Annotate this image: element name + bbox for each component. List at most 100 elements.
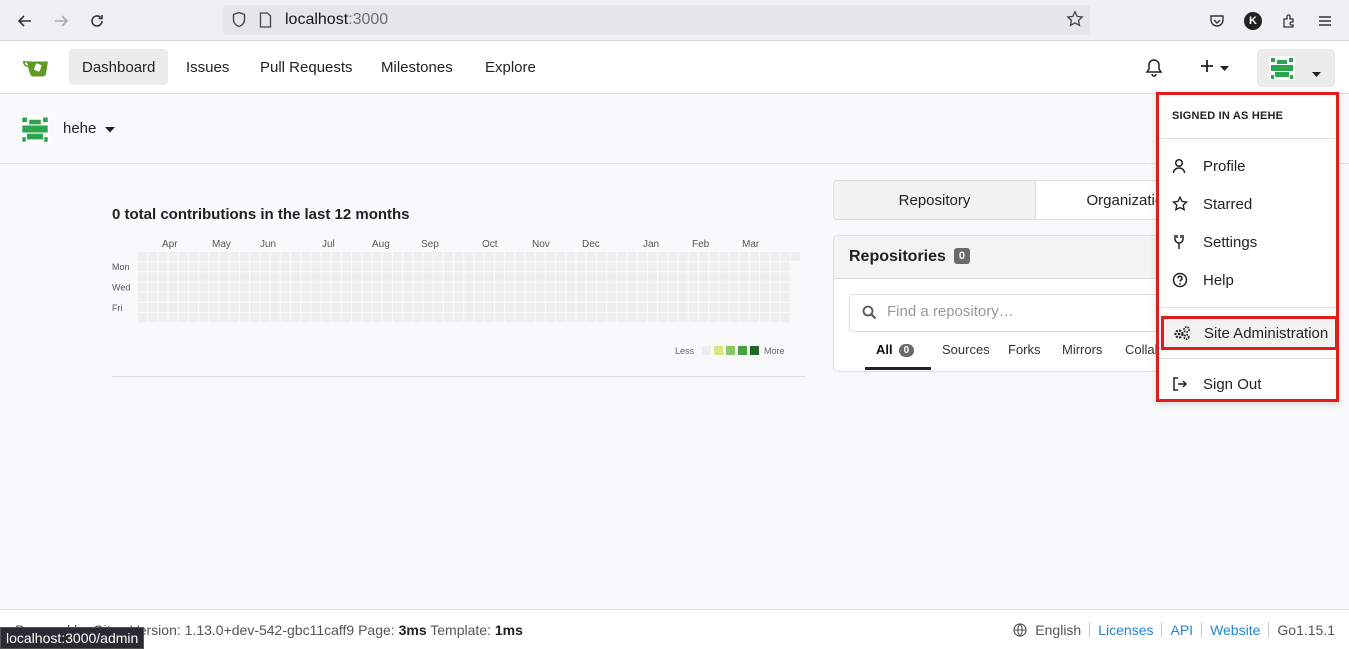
create-new-button[interactable] xyxy=(1200,56,1229,80)
heatmap-cell xyxy=(597,262,606,272)
active-filter-indicator xyxy=(865,367,931,370)
heatmap-day-label: Fri xyxy=(112,303,123,313)
nav-issues[interactable]: Issues xyxy=(173,49,242,85)
heatmap-cell xyxy=(699,282,708,292)
hamburger-menu-icon[interactable] xyxy=(1312,8,1338,34)
heatmap-cell xyxy=(464,313,474,323)
nav-explore[interactable]: Explore xyxy=(472,49,549,85)
heatmap-cell xyxy=(566,292,576,302)
heatmap-cell xyxy=(270,262,280,272)
filter-forks[interactable]: Forks xyxy=(1008,342,1041,357)
heatmap-cell xyxy=(413,303,423,312)
heatmap-cell xyxy=(495,252,504,261)
heatmap-cell xyxy=(301,252,311,261)
heatmap-cell xyxy=(413,292,423,302)
heatmap-cell xyxy=(372,252,382,261)
heatmap-cell xyxy=(505,282,515,292)
api-link[interactable]: API xyxy=(1170,622,1193,638)
avatar xyxy=(1269,56,1295,85)
heatmap-cell xyxy=(270,252,280,261)
heatmap-cell xyxy=(648,272,657,282)
heatmap-cell xyxy=(719,252,729,261)
back-icon[interactable] xyxy=(12,8,38,34)
heatmap-cell xyxy=(607,282,617,292)
heatmap-cell xyxy=(240,262,249,272)
heatmap-cell xyxy=(678,252,688,261)
heatmap-cell xyxy=(423,313,433,323)
licenses-link[interactable]: Licenses xyxy=(1098,622,1153,638)
heatmap-cell xyxy=(382,252,392,261)
heatmap-cell xyxy=(291,313,300,323)
context-user-switcher[interactable]: hehe xyxy=(63,120,115,137)
heatmap-cell xyxy=(393,282,402,292)
menu-item-help[interactable]: Help xyxy=(1159,263,1336,297)
website-link[interactable]: Website xyxy=(1210,622,1260,638)
repo-search-field[interactable] xyxy=(849,294,1162,332)
heatmap-cell xyxy=(709,282,719,292)
heatmap-cell xyxy=(311,303,321,312)
link-status-tooltip: localhost:3000/admin xyxy=(0,627,145,649)
account-avatar[interactable]: K xyxy=(1240,8,1266,34)
heatmap-cell xyxy=(678,292,688,302)
heatmap-legend-swatch xyxy=(714,346,723,355)
heatmap-cell xyxy=(158,272,168,282)
language-selector[interactable]: English xyxy=(1013,622,1081,638)
heatmap-cell xyxy=(668,282,678,292)
heatmap-legend-swatch xyxy=(738,346,747,355)
filter-all[interactable]: All 0 xyxy=(876,342,915,357)
heatmap-cell xyxy=(607,252,617,261)
heatmap-cell xyxy=(372,262,382,272)
gitea-logo[interactable] xyxy=(22,57,50,79)
heatmap-cell xyxy=(688,262,698,272)
menu-item-settings[interactable]: Settings xyxy=(1159,225,1336,259)
extensions-icon[interactable] xyxy=(1276,8,1302,34)
repo-search-input[interactable] xyxy=(887,303,1157,320)
heatmap-cell xyxy=(291,252,300,261)
heatmap-cell xyxy=(556,272,566,282)
heatmap-month-label: May xyxy=(212,239,231,250)
heatmap-cell xyxy=(240,303,249,312)
repositories-panel: Repositories 0 All0 Sources Forks Mirrors… xyxy=(833,235,1163,372)
forward-icon[interactable] xyxy=(48,8,74,34)
heatmap-cell xyxy=(556,252,566,261)
heatmap-month-label: Aug xyxy=(372,239,390,250)
heatmap-cell xyxy=(729,282,739,292)
menu-item-starred[interactable]: Starred xyxy=(1159,187,1336,221)
heatmap-cell xyxy=(505,262,515,272)
filter-mirrors[interactable]: Mirrors xyxy=(1062,342,1102,357)
heatmap-cell xyxy=(729,262,739,272)
heatmap-cell xyxy=(719,272,729,282)
heatmap-cell xyxy=(658,252,668,261)
menu-item-profile[interactable]: Profile xyxy=(1159,149,1336,183)
heatmap-cell xyxy=(168,272,178,282)
user-menu-button[interactable] xyxy=(1257,49,1335,87)
heatmap-cell xyxy=(352,303,362,312)
heatmap-cell xyxy=(627,313,637,323)
heatmap-cell xyxy=(484,313,494,323)
heatmap-cell xyxy=(729,303,739,312)
signed-in-header: SIGNED IN AS HEHE xyxy=(1172,110,1284,122)
shield-icon[interactable] xyxy=(231,11,247,33)
menu-item-site-administration[interactable]: Site Administration xyxy=(1161,316,1338,350)
tab-repository[interactable]: Repository xyxy=(834,181,1036,219)
caret-down-icon xyxy=(1312,65,1321,83)
nav-pull-requests[interactable]: Pull Requests xyxy=(247,49,366,85)
notifications-bell-icon[interactable] xyxy=(1145,56,1163,80)
tab-organization[interactable]: Organization xyxy=(1036,181,1162,219)
nav-milestones[interactable]: Milestones xyxy=(368,49,466,85)
filter-sources[interactable]: Sources xyxy=(942,342,990,357)
bookmark-star-icon[interactable] xyxy=(1066,10,1084,33)
reload-icon[interactable] xyxy=(84,8,110,34)
menu-item-sign-out[interactable]: Sign Out xyxy=(1159,367,1336,401)
pocket-icon[interactable] xyxy=(1204,8,1230,34)
heatmap-cell xyxy=(209,282,219,292)
heatmap-cell xyxy=(546,303,555,312)
nav-dashboard[interactable]: Dashboard xyxy=(69,49,169,85)
heatmap-cell xyxy=(678,303,688,312)
heatmap-day-label: Mon xyxy=(112,262,130,272)
heatmap-cell xyxy=(189,292,198,302)
url-text[interactable]: localhost:3000 xyxy=(285,11,388,29)
heatmap-cell xyxy=(209,272,219,282)
url-bar[interactable]: localhost:3000 xyxy=(223,5,1090,35)
heatmap-cell xyxy=(658,292,668,302)
